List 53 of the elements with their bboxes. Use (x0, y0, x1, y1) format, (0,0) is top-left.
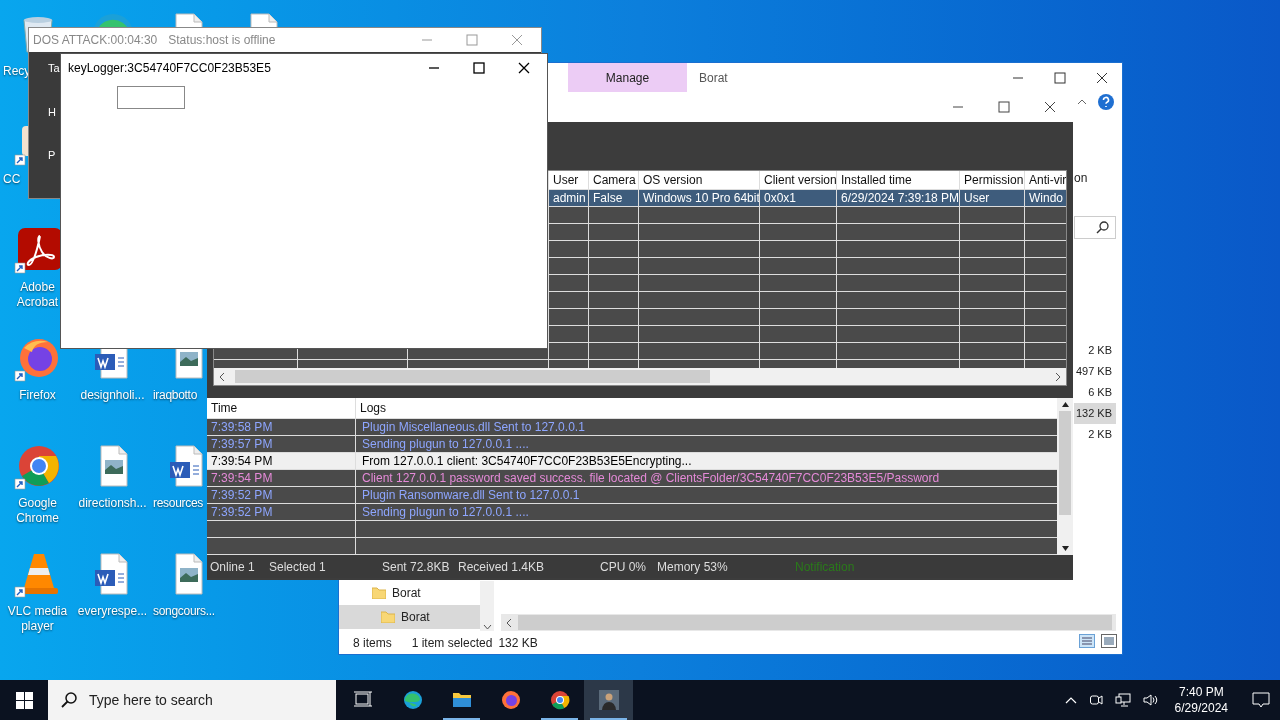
table-cell: User (964, 190, 990, 206)
icon-label: resources (152, 496, 203, 511)
log-time: 7:39:52 PM (207, 487, 356, 503)
file-size: 132 KB (1074, 403, 1116, 424)
log-message: From 127.0.0.1 client: 3C54740F7CC0F23B53E5Encrypting... (361, 453, 692, 469)
log-time: 7:39:58 PM (207, 419, 356, 435)
log-time: 7:39:57 PM (207, 436, 356, 452)
window-title: DOS ATTACK:00:04:30 (33, 32, 158, 49)
status-text: 1 item selected (411, 635, 493, 652)
status-text: Online 1 (210, 558, 256, 576)
table-cell: Windo (1029, 190, 1063, 206)
field-label: P (48, 148, 56, 163)
table-cell: Windows 10 Pro 64bit (643, 190, 759, 206)
search-placeholder: Type here to search (89, 690, 213, 710)
icon-label: everyrespe... (76, 604, 149, 619)
icon-label: VLC media player (6, 604, 69, 634)
log-message: Plugin Ransomware.dll Sent to 127.0.0.1 (361, 487, 580, 503)
icon-label: songcours... (152, 604, 215, 619)
status-text: Selected 1 (269, 558, 327, 576)
status-text: Memory 53% (657, 558, 729, 576)
log-message: Client 127.0.0.1 password saved success. file located @ ClientsFolder/3C54740F7CC0F23B53E5/Password (361, 470, 940, 486)
table-cell: False (593, 190, 623, 206)
table-cell: admin (553, 190, 586, 206)
log-message: Sending plugun to 127.0.0.1 .... (361, 436, 529, 452)
field-label: H (48, 104, 56, 120)
icon-label: Google Chrome (15, 496, 60, 526)
icon-label: iraqbotto (152, 388, 197, 403)
status-text: Sent 72.8KB (382, 558, 451, 576)
status-text: Received 1.4KB (458, 558, 546, 576)
file-size: 2 KB (1087, 343, 1113, 359)
icon-label: directionsh... (77, 496, 148, 511)
icon-label: Adobe Acrobat (15, 280, 60, 310)
status-text: CPU 0% (600, 558, 647, 576)
log-time: 7:39:54 PM (207, 453, 356, 469)
table-cell: 0x0x1 (764, 190, 797, 206)
status-text: 132 KB (498, 635, 538, 652)
window-title: keyLogger:3C54740F7CC0F23B53E5 (68, 60, 271, 77)
status-text: Status:host is offline (168, 32, 276, 49)
log-time: 7:39:54 PM (207, 470, 356, 486)
log-message: Plugin Miscellaneous.dll Sent to 127.0.0.1 (361, 419, 585, 435)
icon-label: CC (2, 172, 21, 187)
log-message: Sending plugun to 127.0.0.1 .... (361, 504, 529, 520)
notification-text: Notification (795, 558, 855, 576)
table-cell: 6/29/2024 7:39:18 PM (841, 190, 959, 206)
icon-label: designholi... (79, 388, 146, 403)
file-size: 2 KB (1087, 427, 1113, 443)
file-size: 6 KB (1087, 385, 1113, 401)
status-text: 8 items (353, 635, 392, 652)
field-label: Ta (48, 61, 60, 76)
ribbon-label: on (1074, 170, 1088, 187)
icon-label: Firefox (18, 388, 57, 403)
log-time: 7:39:52 PM (207, 504, 356, 520)
file-size: 497 KB (1074, 364, 1113, 380)
